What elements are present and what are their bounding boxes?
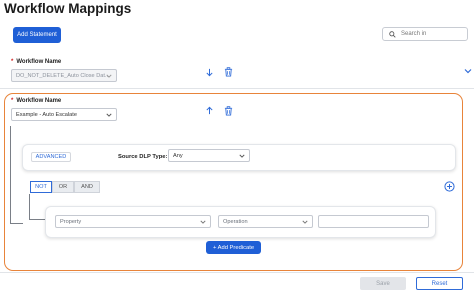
advanced-button[interactable]: ADVANCED [31, 152, 71, 162]
toggle-not[interactable]: NOT [30, 181, 52, 193]
workflow-name-value-2: Example - Auto Escalate [16, 111, 77, 118]
workflow-name-select-2[interactable]: Example - Auto Escalate [11, 108, 117, 121]
workflow-name-select-1[interactable]: DO_NOT_DELETE_Auto Close Dat... [11, 69, 117, 82]
trash-icon[interactable] [224, 106, 233, 116]
footer-divider [0, 272, 474, 273]
property-placeholder: Property [60, 218, 82, 225]
tree-line-vertical [10, 126, 11, 224]
search-input[interactable]: Search in [382, 27, 468, 41]
arrow-down-icon[interactable] [205, 68, 214, 77]
source-dlp-type-select[interactable]: Any [168, 149, 250, 162]
section-divider [0, 88, 474, 89]
page-title: Workflow Mappings [4, 1, 132, 16]
chevron-down-icon [239, 154, 245, 158]
search-icon [389, 30, 396, 38]
predicate-value-input[interactable] [318, 215, 429, 228]
source-dlp-type-label: Source DLP Type: [118, 154, 168, 160]
trash-icon[interactable] [224, 67, 233, 77]
chevron-down-icon [200, 220, 206, 224]
chevron-down-icon [106, 113, 112, 117]
add-predicate-button[interactable]: + Add Predicate [206, 241, 261, 254]
chevron-down-icon [106, 74, 112, 78]
plus-circle-icon[interactable] [444, 181, 455, 192]
search-placeholder: Search in [401, 31, 427, 37]
toggle-and[interactable]: AND [74, 181, 100, 193]
tree-line-horizontal [10, 223, 23, 224]
save-button[interactable]: Save [360, 277, 406, 290]
expand-chevron-icon[interactable] [464, 68, 472, 74]
reset-button[interactable]: Reset [416, 277, 463, 290]
operation-placeholder: Operation [223, 218, 248, 225]
toggle-or[interactable]: OR [52, 181, 74, 193]
operation-select[interactable]: Operation [218, 215, 313, 228]
workflow-name-label-2: * Workflow Name [11, 98, 62, 104]
workflow-name-label-1: * Workflow Name [11, 59, 62, 65]
add-statement-button[interactable]: Add Statement [13, 27, 61, 43]
arrow-up-icon[interactable] [205, 106, 214, 115]
source-dlp-type-value: Any [173, 152, 183, 159]
chevron-down-icon [302, 220, 308, 224]
tree-line-inner-horizontal [29, 219, 45, 220]
tree-line-inner-vertical [29, 194, 30, 220]
property-select[interactable]: Property [55, 215, 211, 228]
workflow-name-value-1: DO_NOT_DELETE_Auto Close Dat... [16, 72, 110, 79]
